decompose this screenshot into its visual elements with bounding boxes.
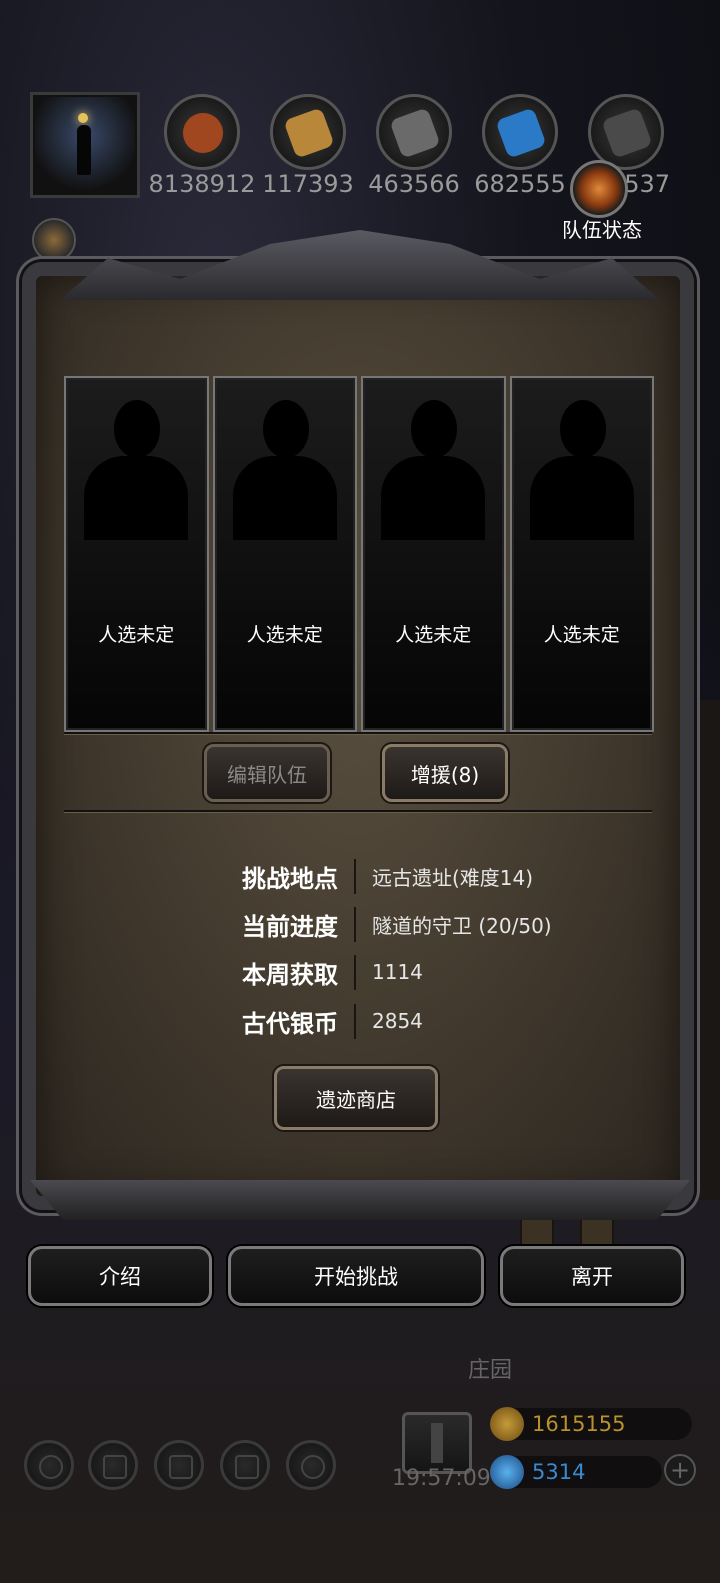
info-row-location: 挑战地点 远古遗址(难度14) [150, 856, 650, 896]
book-icon[interactable] [154, 1440, 204, 1490]
info-key: 古代银币 [150, 1003, 356, 1039]
info-value: 远古遗址(难度14) [372, 865, 534, 890]
torch-glow [78, 113, 88, 123]
team-slot[interactable]: 人选未定 [212, 376, 357, 732]
iron-resource-icon[interactable] [376, 94, 452, 170]
crystal-amount: 682555 [474, 170, 566, 198]
info-key: 挑战地点 [150, 858, 356, 894]
gold-amount: 1615155 [532, 1412, 626, 1436]
wood-resource-icon[interactable] [270, 94, 346, 170]
leave-button[interactable]: 离开 [500, 1246, 684, 1306]
team-slot[interactable]: 人选未定 [361, 376, 506, 732]
info-value: 隧道的守卫 (20/50) [372, 913, 552, 938]
scroll-icon[interactable] [32, 218, 76, 262]
slot-label: 人选未定 [246, 624, 323, 646]
mail-icon[interactable] [220, 1440, 270, 1490]
info-key: 本周获取 [150, 954, 356, 990]
portrait-figure [77, 125, 91, 175]
intro-button[interactable]: 介绍 [28, 1246, 212, 1306]
info-row-weekly: 本周获取 1114 [150, 952, 650, 992]
team-status-icon[interactable] [570, 160, 628, 218]
edit-team-button[interactable]: 编辑队伍 [204, 744, 330, 802]
info-row-progress: 当前进度 隧道的守卫 (20/50) [150, 904, 650, 944]
divider [64, 732, 652, 734]
crystal-resource-icon[interactable] [482, 94, 558, 170]
manor-label[interactable]: 庄园 [440, 1352, 540, 1384]
stone-resource-icon[interactable] [588, 94, 664, 170]
team-slot[interactable]: 人选未定 [509, 376, 654, 732]
gift-icon[interactable] [402, 1412, 472, 1474]
silhouette-icon [84, 400, 188, 540]
settings-icon[interactable] [24, 1440, 74, 1490]
player-portrait[interactable] [30, 92, 140, 198]
gift-timer: 19:57:09 [392, 1466, 491, 1491]
gold-coin-icon [490, 1407, 524, 1441]
ruins-shop-button[interactable]: 遗迹商店 [274, 1066, 438, 1130]
team-slots: 人选未定 人选未定 人选未定 人选未定 [64, 376, 654, 732]
silhouette-icon [529, 400, 634, 540]
slot-label: 人选未定 [98, 624, 175, 646]
gem-icon [490, 1455, 524, 1489]
add-currency-button[interactable]: + [664, 1454, 696, 1486]
info-value: 2854 [372, 1009, 423, 1033]
gold-currency: 1615155 [490, 1407, 692, 1441]
bag-icon[interactable] [286, 1440, 336, 1490]
info-value: 1114 [372, 960, 423, 984]
slot-label: 人选未定 [395, 624, 472, 646]
gem-currency: 5314 [490, 1455, 662, 1489]
team-slot[interactable]: 人选未定 [64, 376, 209, 732]
reinforce-button[interactable]: 增援(8) [382, 744, 508, 802]
divider [64, 810, 652, 812]
wood-amount: 117393 [262, 170, 354, 198]
gem-amount: 5314 [532, 1460, 586, 1484]
meat-amount: 8138912 [148, 170, 256, 198]
star-icon[interactable] [88, 1440, 138, 1490]
team-status-label[interactable]: 队伍状态 [552, 214, 652, 243]
silhouette-icon [381, 400, 485, 540]
iron-amount: 463566 [368, 170, 460, 198]
panel-bottom-ornament [30, 1180, 690, 1220]
slot-label: 人选未定 [543, 624, 620, 646]
info-key: 当前进度 [150, 906, 356, 942]
info-row-coins: 古代银币 2854 [150, 1001, 650, 1041]
silhouette-icon [232, 400, 337, 540]
start-challenge-button[interactable]: 开始挑战 [228, 1246, 484, 1306]
meat-resource-icon[interactable] [164, 94, 240, 170]
